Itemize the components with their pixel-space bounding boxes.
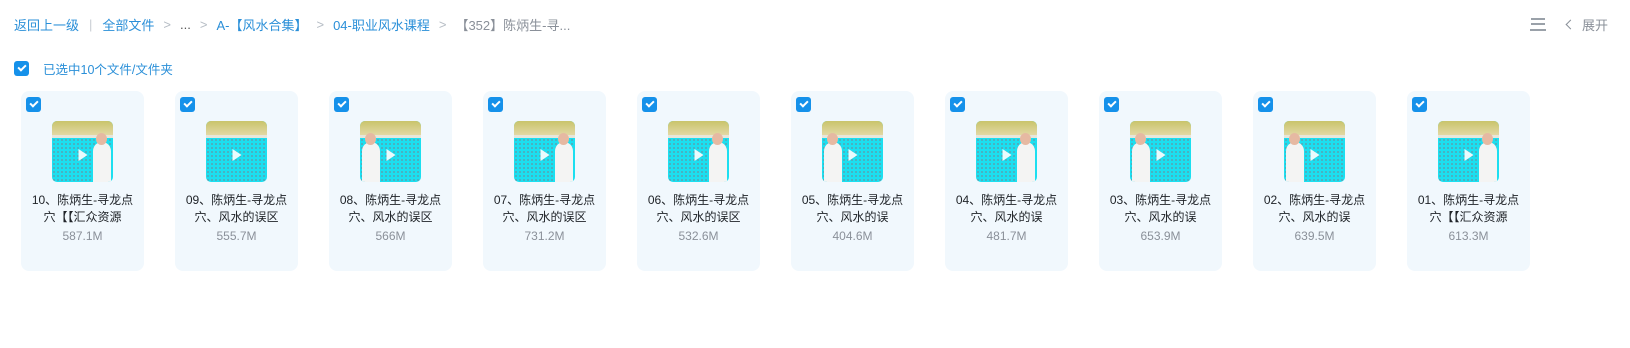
- video-thumbnail: [822, 121, 883, 182]
- chevron-right-icon: >: [316, 16, 325, 32]
- file-card[interactable]: 04、陈炳生-寻龙点穴、风水的误 481.7M: [945, 91, 1068, 271]
- breadcrumb-level2[interactable]: 04-职业风水课程: [333, 15, 430, 34]
- file-name: 08、陈炳生-寻龙点穴、风水的误区: [339, 193, 442, 224]
- play-icon: [1002, 148, 1011, 161]
- select-all-checkbox[interactable]: [14, 60, 29, 76]
- breadcrumb-divider: |: [89, 16, 93, 32]
- play-icon: [1464, 148, 1473, 161]
- file-grid: 10、陈炳生-寻龙点穴【【汇众资源 587.1M 09、陈炳生-寻龙点穴、风水的误区…: [21, 91, 1541, 271]
- play-icon: [540, 148, 549, 161]
- breadcrumb-current: 【352】陈炳生-寻...: [455, 17, 571, 33]
- play-icon: [694, 148, 703, 161]
- play-icon: [1310, 148, 1319, 161]
- file-checkbox[interactable]: [642, 97, 657, 112]
- file-card[interactable]: 03、陈炳生-寻龙点穴、风水的误 653.9M: [1099, 91, 1222, 271]
- video-thumbnail: [52, 121, 113, 182]
- video-thumbnail: [668, 121, 729, 182]
- file-name: 09、陈炳生-寻龙点穴、风水的误区: [185, 193, 288, 224]
- file-name: 05、陈炳生-寻龙点穴、风水的误: [801, 193, 904, 224]
- breadcrumb-ellipsis[interactable]: ...: [180, 17, 191, 32]
- file-name: 02、陈炳生-寻龙点穴、风水的误: [1263, 193, 1366, 224]
- video-thumbnail: [360, 121, 421, 182]
- file-size: 731.2M: [524, 229, 565, 243]
- file-card[interactable]: 09、陈炳生-寻龙点穴、风水的误区 555.7M: [175, 91, 298, 271]
- file-size: 404.6M: [832, 229, 873, 243]
- play-icon: [386, 148, 395, 161]
- video-thumbnail: [514, 121, 575, 182]
- file-card[interactable]: 02、陈炳生-寻龙点穴、风水的误 639.5M: [1253, 91, 1376, 271]
- file-size: 639.5M: [1294, 229, 1335, 243]
- play-icon: [78, 148, 87, 161]
- play-icon: [848, 148, 857, 161]
- video-thumbnail: [976, 121, 1037, 182]
- expand-label: 展开: [1581, 17, 1608, 33]
- file-size: 587.1M: [62, 229, 103, 243]
- back-link[interactable]: 返回上一级: [14, 15, 79, 34]
- selection-bar: 已选中10个文件/文件夹: [14, 59, 173, 77]
- file-size: 613.3M: [1448, 229, 1489, 243]
- chevron-right-icon: >: [438, 16, 447, 32]
- list-view-icon[interactable]: [1529, 17, 1546, 31]
- file-checkbox[interactable]: [1412, 97, 1427, 112]
- play-icon: [1156, 148, 1165, 161]
- breadcrumb: 返回上一级 | 全部文件 > ... > A-【风水合集】 > 04-职业风水课…: [14, 14, 570, 34]
- file-size: 555.7M: [216, 229, 257, 243]
- file-checkbox[interactable]: [950, 97, 965, 112]
- expand-button[interactable]: 展开: [1565, 15, 1608, 34]
- file-name: 03、陈炳生-寻龙点穴、风水的误: [1109, 193, 1212, 224]
- file-checkbox[interactable]: [1258, 97, 1273, 112]
- file-name: 10、陈炳生-寻龙点穴【【汇众资源: [31, 193, 134, 224]
- video-thumbnail: [1438, 121, 1499, 182]
- file-card[interactable]: 05、陈炳生-寻龙点穴、风水的误 404.6M: [791, 91, 914, 271]
- chevron-left-icon: [1565, 19, 1576, 29]
- file-name: 04、陈炳生-寻龙点穴、风水的误: [955, 193, 1058, 224]
- file-checkbox[interactable]: [334, 97, 349, 112]
- file-name: 01、陈炳生-寻龙点穴【【汇众资源: [1417, 193, 1520, 224]
- breadcrumb-all-files[interactable]: 全部文件: [102, 15, 154, 34]
- video-thumbnail: [1284, 121, 1345, 182]
- file-card[interactable]: 08、陈炳生-寻龙点穴、风水的误区 566M: [329, 91, 452, 271]
- file-size: 481.7M: [986, 229, 1027, 243]
- file-size: 653.9M: [1140, 229, 1181, 243]
- file-checkbox[interactable]: [1104, 97, 1119, 112]
- file-checkbox[interactable]: [488, 97, 503, 112]
- file-card[interactable]: 10、陈炳生-寻龙点穴【【汇众资源 587.1M: [21, 91, 144, 271]
- file-name: 06、陈炳生-寻龙点穴、风水的误区: [647, 193, 750, 224]
- file-card[interactable]: 06、陈炳生-寻龙点穴、风水的误区 532.6M: [637, 91, 760, 271]
- file-checkbox[interactable]: [796, 97, 811, 112]
- video-thumbnail: [206, 121, 267, 182]
- selection-count: 已选中10个文件/文件夹: [43, 62, 173, 77]
- breadcrumb-level1[interactable]: A-【风水合集】: [216, 15, 307, 34]
- file-size: 532.6M: [678, 229, 719, 243]
- file-checkbox[interactable]: [180, 97, 195, 112]
- file-card[interactable]: 07、陈炳生-寻龙点穴、风水的误区 731.2M: [483, 91, 606, 271]
- file-size: 566M: [375, 229, 406, 243]
- play-icon: [232, 148, 241, 161]
- file-checkbox[interactable]: [26, 97, 41, 112]
- file-card[interactable]: 01、陈炳生-寻龙点穴【【汇众资源 613.3M: [1407, 91, 1530, 271]
- chevron-right-icon: >: [199, 16, 208, 32]
- video-thumbnail: [1130, 121, 1191, 182]
- chevron-right-icon: >: [163, 16, 172, 32]
- file-name: 07、陈炳生-寻龙点穴、风水的误区: [493, 193, 596, 224]
- view-controls: 展开: [1529, 14, 1608, 34]
